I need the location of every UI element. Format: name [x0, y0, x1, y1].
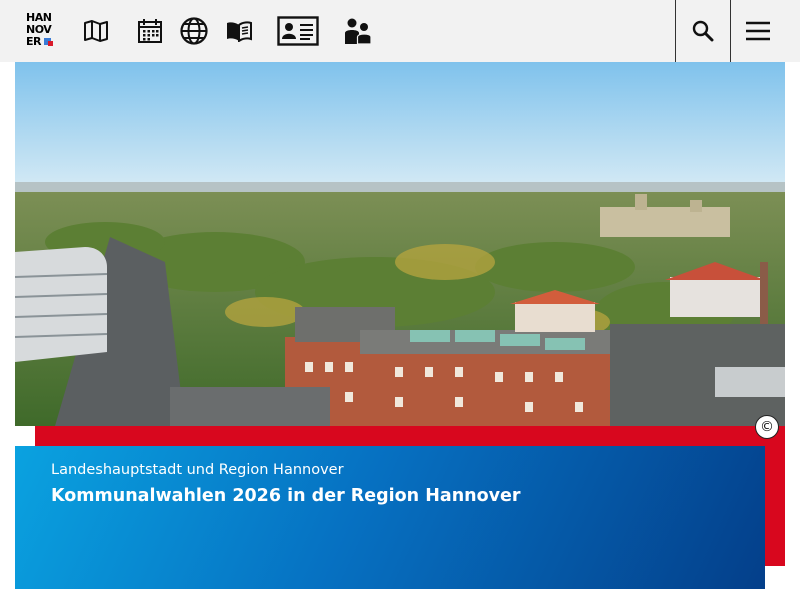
teaser-subtitle: Landeshauptstadt und Region Hannover — [51, 462, 344, 478]
map-icon[interactable] — [79, 14, 113, 48]
teaser-box[interactable]: Landeshauptstadt und Region Hannover Kom… — [15, 446, 765, 589]
top-navigation-bar: HAN NOV ER — [0, 0, 800, 62]
logo-red-square — [48, 41, 53, 46]
hero-image — [15, 62, 785, 426]
search-button[interactable] — [675, 0, 730, 62]
people-icon[interactable] — [341, 14, 375, 48]
globe-icon[interactable] — [177, 14, 211, 48]
id-card-icon[interactable] — [276, 14, 320, 48]
calendar-icon[interactable] — [133, 14, 167, 48]
teaser-title[interactable]: Kommunalwahlen 2026 in der Region Hannov… — [51, 486, 521, 506]
search-icon — [692, 20, 714, 42]
copyright-icon: © — [760, 419, 774, 435]
menu-button[interactable] — [730, 0, 785, 62]
copyright-button[interactable]: © — [755, 415, 779, 439]
hamburger-menu-icon — [746, 21, 770, 41]
hannover-logo[interactable]: HAN NOV ER — [26, 12, 56, 50]
open-book-icon[interactable] — [222, 14, 256, 48]
